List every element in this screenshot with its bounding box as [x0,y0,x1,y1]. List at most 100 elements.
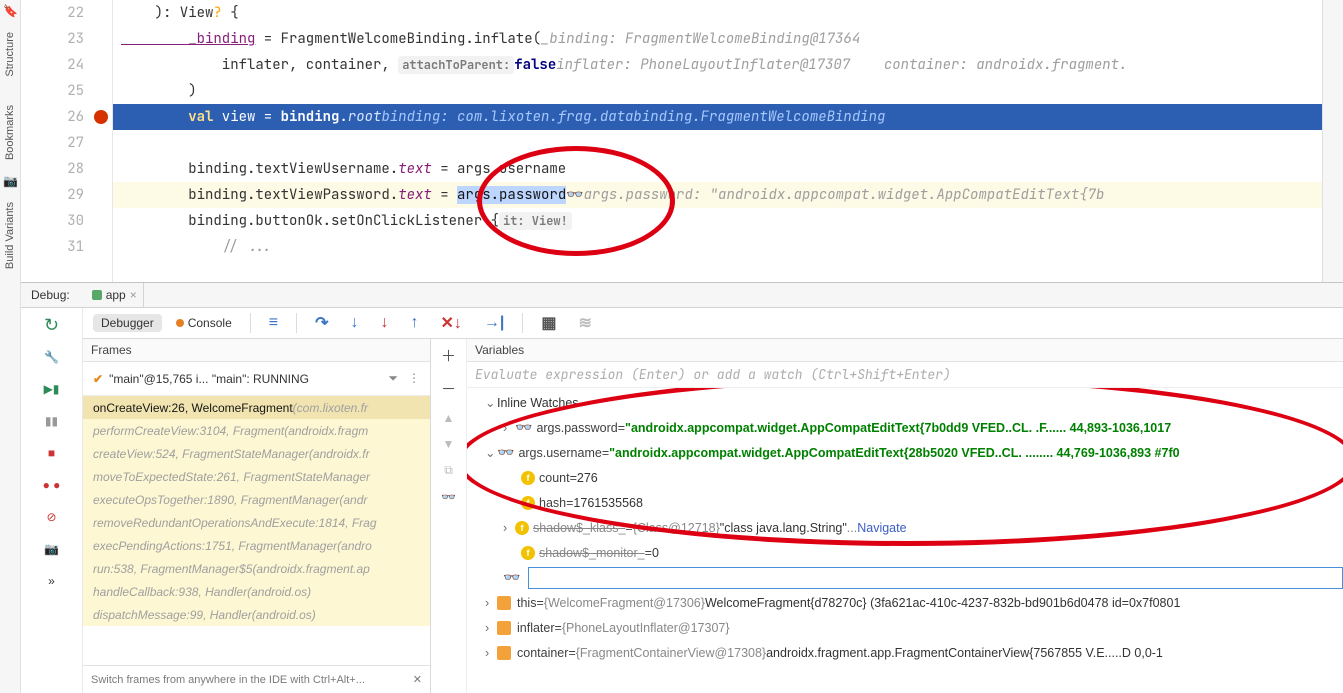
variables-panel[interactable]: ＋ － ▲ ▼ ⧉ 👓 Variables Evaluate expressio… [431,339,1343,693]
field-icon: f [515,521,529,535]
field-row[interactable]: fhash = 1761535568 [467,490,1343,515]
camera-icon[interactable]: 📷 [3,174,17,188]
frames-hint: Switch frames from anywhere in the IDE w… [83,665,430,693]
frames-panel[interactable]: Frames ✔"main"@15,765 i... "main": RUNNI… [83,339,431,693]
breakpoints-icon[interactable]: ● ● [43,476,61,494]
bookmarks-tool-button[interactable]: Bookmarks [2,91,18,174]
field-row[interactable]: fshadow$_monitor_ = 0 [467,540,1343,565]
stop-icon[interactable]: ■ [43,444,61,462]
glasses-icon: 👓 [497,444,514,461]
object-icon [497,646,511,660]
new-watch-row[interactable]: 👓 [467,565,1343,590]
gutter-line: 25 [21,78,112,104]
stack-frame[interactable]: performCreateView:3104, Fragment (androi… [83,419,430,442]
resume-icon[interactable]: ▶▮ [43,380,61,398]
thread-selector[interactable]: ✔"main"@15,765 i... "main": RUNNING ⏷ ⋮ [83,362,430,396]
mute-breakpoints-icon[interactable]: ⊘ [43,508,61,526]
stack-frame[interactable]: handleCallback:938, Handler (android.os) [83,580,430,603]
run-to-cursor-icon[interactable]: →| [476,312,512,334]
debug-toolbar[interactable]: Debugger Console ≡ ↷ ↓ ↓ ↑ ✕↓ →| ▦ ≋ [83,308,1343,339]
debugger-tab[interactable]: Debugger [93,314,162,332]
watch-input[interactable] [528,567,1343,589]
stack-frame[interactable]: createView:524, FragmentStateManager (an… [83,442,430,465]
console-tab[interactable]: Console [168,314,240,332]
variables-actions[interactable]: ＋ － ▲ ▼ ⧉ 👓 [431,339,467,693]
gutter-line: 22 [21,0,112,26]
gutter-line: 23 [21,26,112,52]
camera-icon[interactable]: 📷 [43,540,61,558]
watch-row[interactable]: ›👓args.password = "androidx.appcompat.wi… [467,415,1343,440]
var-row[interactable]: ›inflater = {PhoneLayoutInflater@17307} [467,615,1343,640]
step-out-icon[interactable]: ↑ [403,312,427,334]
code-area[interactable]: ): View? { _binding = FragmentWelcomeBin… [113,0,1322,282]
gutter-line: 29 [21,182,112,208]
stack-frame[interactable]: onCreateView:26, WelcomeFragment (com.li… [83,396,430,419]
gutter-line: 28 [21,156,112,182]
down-icon[interactable]: ▼ [443,437,455,451]
glasses-icon: 👓 [503,569,520,586]
remove-watch-icon[interactable]: － [441,378,456,399]
var-row[interactable]: ›this = {WelcomeFragment@17306} WelcomeF… [467,590,1343,615]
run-configuration-tab[interactable]: app × [86,283,144,307]
variables-title: Variables [467,339,1343,362]
gutter-line: 27 [21,130,112,156]
glasses-icon: 👓 [515,419,532,436]
field-row[interactable]: ›fshadow$_klass_ = {Class@12718} "class … [467,515,1343,540]
variables-tree[interactable]: ⌄Inline Watches ›👓args.password = "andro… [467,388,1343,693]
close-icon[interactable]: ✕ [413,673,422,686]
bookmark-icon[interactable]: 🔖 [3,4,17,18]
watch-row[interactable]: ⌄👓args.username = "androidx.appcompat.wi… [467,440,1343,465]
stack-frame[interactable]: executeOpsTogether:1890, FragmentManager… [83,488,430,511]
object-icon [497,596,511,610]
tool-window-bar-right[interactable] [1322,0,1343,282]
gutter[interactable]: 22 23 24 25 26 27 28 29 30 31 [21,0,113,282]
evaluate-input[interactable]: Evaluate expression (Enter) or add a wat… [467,362,1343,388]
frames-title: Frames [83,339,430,362]
dot-icon [176,319,184,327]
android-icon [92,290,102,300]
filter-icon[interactable]: ⏷ [388,371,398,386]
tool-window-bar-left[interactable]: 🔖 Structure Bookmarks 📷 Build Variants [0,0,21,693]
more-icon[interactable]: ⋮ [408,371,420,386]
stack-frame[interactable]: removeRedundantOperationsAndExecute:1814… [83,511,430,534]
drop-frame-icon[interactable]: ✕↓ [433,311,470,335]
field-row[interactable]: fcount = 276 [467,465,1343,490]
debug-toolwindow-header[interactable]: Debug: app × [21,283,1343,308]
gutter-line: 24 [21,52,112,78]
field-icon: f [521,546,535,560]
check-icon: ✔ [93,372,103,386]
gutter-line: 31 [21,234,112,260]
evaluate-icon[interactable]: ▦ [533,311,564,335]
structure-tool-button[interactable]: Structure [2,18,18,91]
step-over-icon[interactable]: ↷ [307,311,336,335]
stack-frame[interactable]: execPendingActions:1751, FragmentManager… [83,534,430,557]
glasses-icon: 👓 [566,186,583,204]
var-row[interactable]: ›container = {FragmentContainerView@1730… [467,640,1343,665]
pause-icon[interactable]: ▮▮ [43,412,61,430]
trace-icon[interactable]: ≋ [571,311,600,335]
step-into-icon[interactable]: ↓ [343,312,367,334]
editor[interactable]: 22 23 24 25 26 27 28 29 30 31 ): View? {… [21,0,1343,283]
show-execution-point-icon[interactable]: ≡ [261,312,286,334]
debug-title: Debug: [31,288,70,302]
navigate-link[interactable]: Navigate [857,521,906,535]
settings-icon[interactable]: 🔧 [43,348,61,366]
frames-list[interactable]: onCreateView:26, WelcomeFragment (com.li… [83,396,430,665]
debug-control-strip[interactable]: ↻ 🔧 ▶▮ ▮▮ ■ ● ● ⊘ 📷 » [21,308,83,693]
tree-node[interactable]: ⌄Inline Watches [467,390,1343,415]
force-step-into-icon[interactable]: ↓ [373,312,397,334]
stack-frame[interactable]: moveToExpectedState:261, FragmentStateMa… [83,465,430,488]
up-icon[interactable]: ▲ [443,411,455,425]
stack-frame[interactable]: dispatchMessage:99, Handler (android.os) [83,603,430,626]
breakpoint-icon[interactable] [94,110,108,124]
build-variants-tool-button[interactable]: Build Variants [2,188,18,283]
gutter-line: 30 [21,208,112,234]
copy-icon[interactable]: ⧉ [444,463,453,478]
more-icon[interactable]: » [43,572,61,590]
object-icon [497,621,511,635]
stack-frame[interactable]: run:538, FragmentManager$5 (androidx.fra… [83,557,430,580]
glasses-icon[interactable]: 👓 [441,490,456,504]
rerun-icon[interactable]: ↻ [43,316,61,334]
add-watch-icon[interactable]: ＋ [441,345,456,366]
gutter-line: 26 [21,104,112,130]
